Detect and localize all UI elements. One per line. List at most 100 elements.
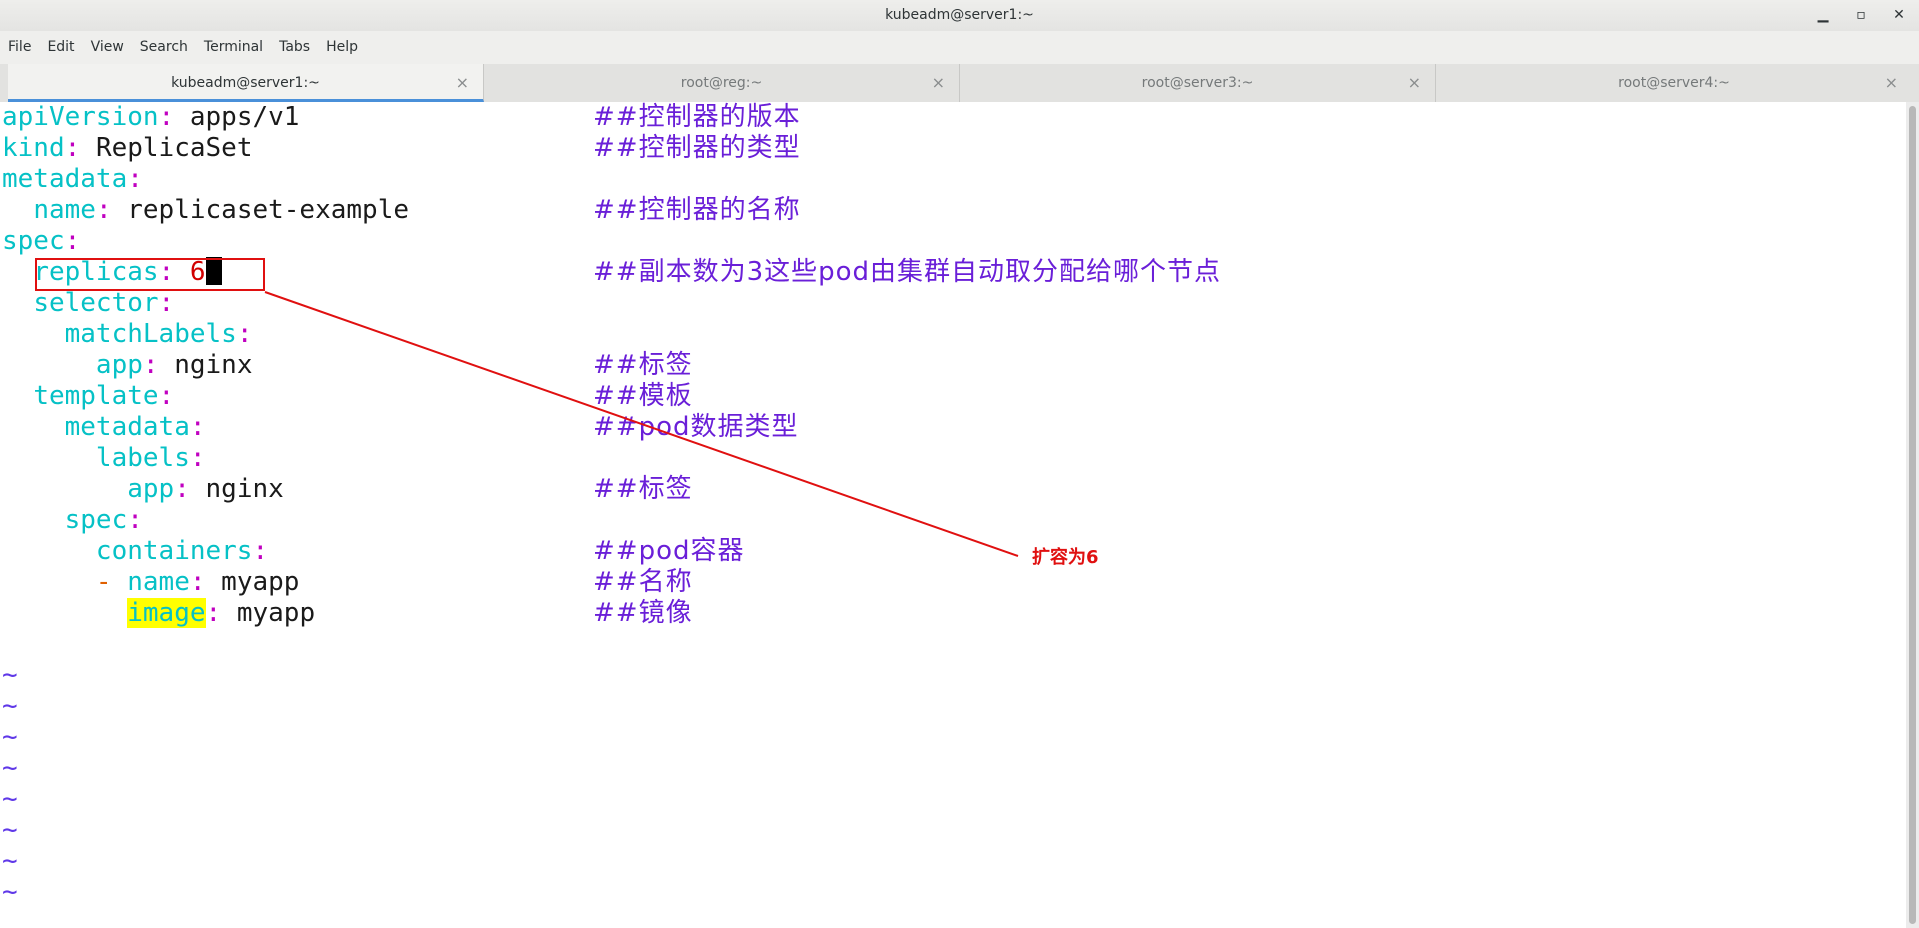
- tab-close-icon[interactable]: ×: [1408, 64, 1421, 102]
- menu-edit[interactable]: Edit: [39, 31, 82, 64]
- yaml-key: kind: [2, 133, 65, 163]
- yaml-comment: ##标签: [593, 474, 693, 504]
- tab-root-server4[interactable]: root@server4:~ ×: [1436, 64, 1912, 102]
- yaml-key: metadata: [64, 412, 190, 442]
- search-highlight: image: [127, 598, 206, 628]
- yaml-line: image: myapp: [2, 598, 315, 629]
- yaml-value: replicaset-example: [127, 195, 410, 225]
- menu-tabs[interactable]: Tabs: [271, 31, 318, 64]
- yaml-line: labels:: [2, 443, 206, 474]
- yaml-key: app: [127, 474, 175, 504]
- empty-line-tilde: ~: [2, 722, 18, 752]
- yaml-line: app: nginx: [2, 350, 253, 381]
- empty-line-tilde: ~: [2, 660, 18, 690]
- yaml-comment: ##镜像: [593, 598, 693, 628]
- yaml-line: kind: ReplicaSet: [2, 133, 252, 164]
- empty-line-tilde: ~: [2, 846, 18, 876]
- yaml-value: nginx: [205, 474, 284, 504]
- yaml-key: app: [95, 350, 143, 380]
- close-icon[interactable]: ✕: [1884, 0, 1914, 31]
- tab-label: kubeadm@server1:~: [171, 75, 320, 91]
- tab-kubeadm-server1[interactable]: kubeadm@server1:~ ×: [8, 64, 484, 102]
- yaml-comment: ##控制器的名称: [593, 195, 801, 225]
- yaml-colon: :: [127, 164, 143, 194]
- window-title: kubeadm@server1:~: [885, 7, 1034, 23]
- yaml-line: name: replicaset-example: [2, 195, 409, 226]
- yaml-colon: :: [158, 102, 175, 132]
- tab-close-icon[interactable]: ×: [932, 64, 945, 102]
- yaml-comment: ##控制器的版本: [593, 102, 801, 132]
- yaml-colon: :: [64, 226, 81, 256]
- menu-file[interactable]: File: [0, 31, 39, 64]
- yaml-colon: :: [174, 474, 190, 504]
- yaml-comment: ##模板: [593, 381, 693, 411]
- tab-close-icon[interactable]: ×: [456, 64, 469, 102]
- yaml-key: name: [127, 567, 190, 597]
- tab-root-server3[interactable]: root@server3:~ ×: [960, 64, 1436, 102]
- menu-view[interactable]: View: [83, 31, 132, 64]
- yaml-line: selector:: [2, 288, 174, 319]
- vertical-scrollbar[interactable]: [1906, 102, 1919, 928]
- tab-close-icon[interactable]: ×: [1885, 64, 1898, 102]
- yaml-value: ReplicaSet: [95, 133, 253, 163]
- yaml-colon: :: [205, 598, 222, 628]
- menu-terminal[interactable]: Terminal: [196, 31, 271, 64]
- terminal-editor[interactable]: apiVersion: apps/v1 ##控制器的版本 kind: Repli…: [0, 102, 1906, 928]
- empty-line-tilde: ~: [2, 784, 18, 814]
- yaml-line: spec:: [2, 505, 143, 536]
- yaml-value: apps/v1: [189, 102, 300, 132]
- tab-label: root@server3:~: [1141, 75, 1254, 91]
- yaml-line: metadata:: [2, 412, 206, 443]
- scrollbar-thumb[interactable]: [1909, 106, 1916, 924]
- yaml-key: spec: [64, 505, 128, 535]
- menu-help[interactable]: Help: [318, 31, 366, 64]
- yaml-colon: :: [236, 319, 253, 349]
- yaml-line: matchLabels:: [2, 319, 253, 350]
- minimize-icon[interactable]: ▁: [1808, 0, 1838, 31]
- yaml-comment: ##副本数为3这些pod由集群自动取分配给哪个节点: [593, 257, 1222, 287]
- yaml-colon: :: [189, 443, 206, 473]
- yaml-key: matchLabels: [64, 319, 237, 349]
- yaml-line: containers:: [2, 536, 268, 567]
- yaml-key: selector: [33, 288, 159, 318]
- yaml-colon: :: [158, 381, 175, 411]
- yaml-key: spec: [2, 226, 65, 256]
- yaml-key: name: [33, 195, 96, 225]
- window-titlebar: kubeadm@server1:~ ▁ ▫ ✕: [0, 0, 1919, 31]
- menu-search[interactable]: Search: [132, 31, 196, 64]
- yaml-line: template:: [2, 381, 174, 412]
- yaml-line: apiVersion: apps/v1: [2, 102, 299, 133]
- yaml-value: myapp: [236, 598, 316, 628]
- empty-line-tilde: ~: [2, 815, 18, 845]
- tab-label: root@reg:~: [680, 75, 763, 91]
- yaml-dash: -: [95, 567, 112, 597]
- yaml-key: containers: [95, 536, 253, 566]
- yaml-colon: :: [158, 288, 175, 318]
- yaml-line: spec:: [2, 226, 80, 257]
- yaml-line: metadata:: [2, 164, 143, 195]
- yaml-value: nginx: [174, 350, 253, 380]
- yaml-colon: :: [142, 350, 159, 380]
- yaml-colon: :: [189, 567, 206, 597]
- yaml-key: labels: [95, 443, 190, 473]
- yaml-comment: ##pod数据类型: [593, 412, 799, 442]
- maximize-icon[interactable]: ▫: [1846, 0, 1876, 31]
- yaml-line: - name: myapp: [2, 567, 300, 598]
- yaml-colon: :: [189, 412, 206, 442]
- yaml-comment: ##控制器的类型: [593, 133, 801, 163]
- yaml-comment: ##标签: [593, 350, 693, 380]
- tab-root-reg[interactable]: root@reg:~ ×: [484, 64, 960, 102]
- yaml-colon: :: [127, 505, 143, 535]
- yaml-key: metadata: [2, 164, 128, 194]
- yaml-colon: :: [252, 536, 269, 566]
- annotation-highlight-box: [35, 258, 265, 291]
- yaml-colon: :: [95, 195, 112, 225]
- yaml-colon: :: [64, 133, 81, 163]
- yaml-comment: ##pod容器: [593, 536, 745, 566]
- empty-line-tilde: ~: [2, 691, 18, 721]
- menu-bar: File Edit View Search Terminal Tabs Help: [0, 31, 1919, 65]
- annotation-label: 扩容为6: [1032, 547, 1099, 568]
- yaml-comment: ##名称: [593, 567, 693, 597]
- yaml-value: myapp: [221, 567, 300, 597]
- empty-line-tilde: ~: [2, 877, 18, 907]
